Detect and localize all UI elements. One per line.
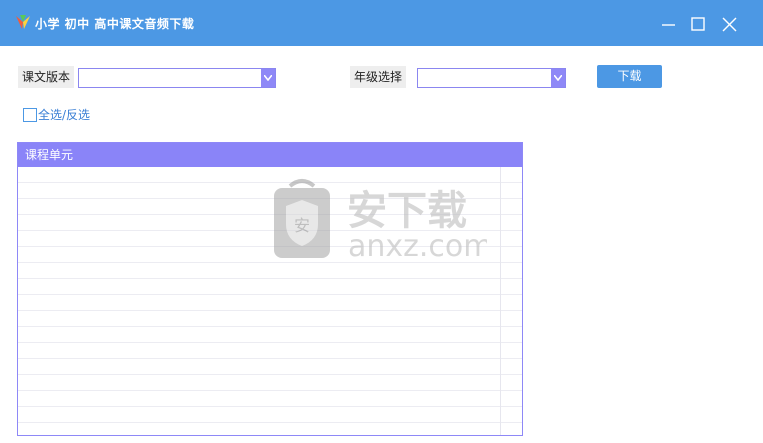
minimize-button[interactable] bbox=[655, 10, 683, 38]
watermark-brand: 安下载 bbox=[347, 188, 467, 234]
grid-column-divider bbox=[500, 167, 501, 435]
title-bar: 小学 初中 高中课文音频下载 bbox=[0, 0, 763, 46]
table-row bbox=[18, 311, 522, 327]
select-all-checkbox[interactable] bbox=[23, 108, 37, 122]
close-icon bbox=[722, 17, 737, 32]
table-row bbox=[18, 343, 522, 359]
edition-select[interactable] bbox=[78, 68, 276, 88]
chevron-down-icon bbox=[264, 75, 272, 81]
table-row bbox=[18, 391, 522, 407]
table-row bbox=[18, 295, 522, 311]
table-row bbox=[18, 279, 522, 295]
table-row bbox=[18, 327, 522, 343]
maximize-button[interactable] bbox=[684, 10, 712, 38]
app-logo-icon bbox=[16, 15, 30, 29]
watermark-domain: anxz.com bbox=[348, 229, 487, 263]
download-button[interactable]: 下载 bbox=[597, 65, 662, 88]
maximize-icon bbox=[691, 17, 705, 31]
edition-label: 课文版本 bbox=[18, 66, 75, 88]
select-all-label[interactable]: 全选/反选 bbox=[38, 106, 90, 123]
chevron-down-icon bbox=[554, 75, 562, 81]
table-row bbox=[18, 407, 522, 423]
minimize-icon bbox=[662, 24, 675, 26]
grade-label: 年级选择 bbox=[350, 66, 407, 88]
grade-dropdown-arrow[interactable] bbox=[551, 69, 565, 87]
grade-select[interactable] bbox=[417, 68, 566, 88]
shield-bag-icon: 安 bbox=[274, 179, 330, 258]
edition-dropdown-arrow[interactable] bbox=[261, 69, 275, 87]
column-header-lesson-unit[interactable]: 课程单元 bbox=[18, 148, 73, 162]
grid-header: 课程单元 bbox=[18, 143, 522, 167]
table-row bbox=[18, 375, 522, 391]
close-button[interactable] bbox=[715, 10, 743, 38]
svg-text:安: 安 bbox=[294, 216, 310, 235]
table-row bbox=[18, 263, 522, 279]
window-title: 小学 初中 高中课文音频下载 bbox=[35, 17, 195, 31]
watermark: 安 安下载 anxz.com bbox=[274, 179, 487, 263]
table-row bbox=[18, 359, 522, 375]
